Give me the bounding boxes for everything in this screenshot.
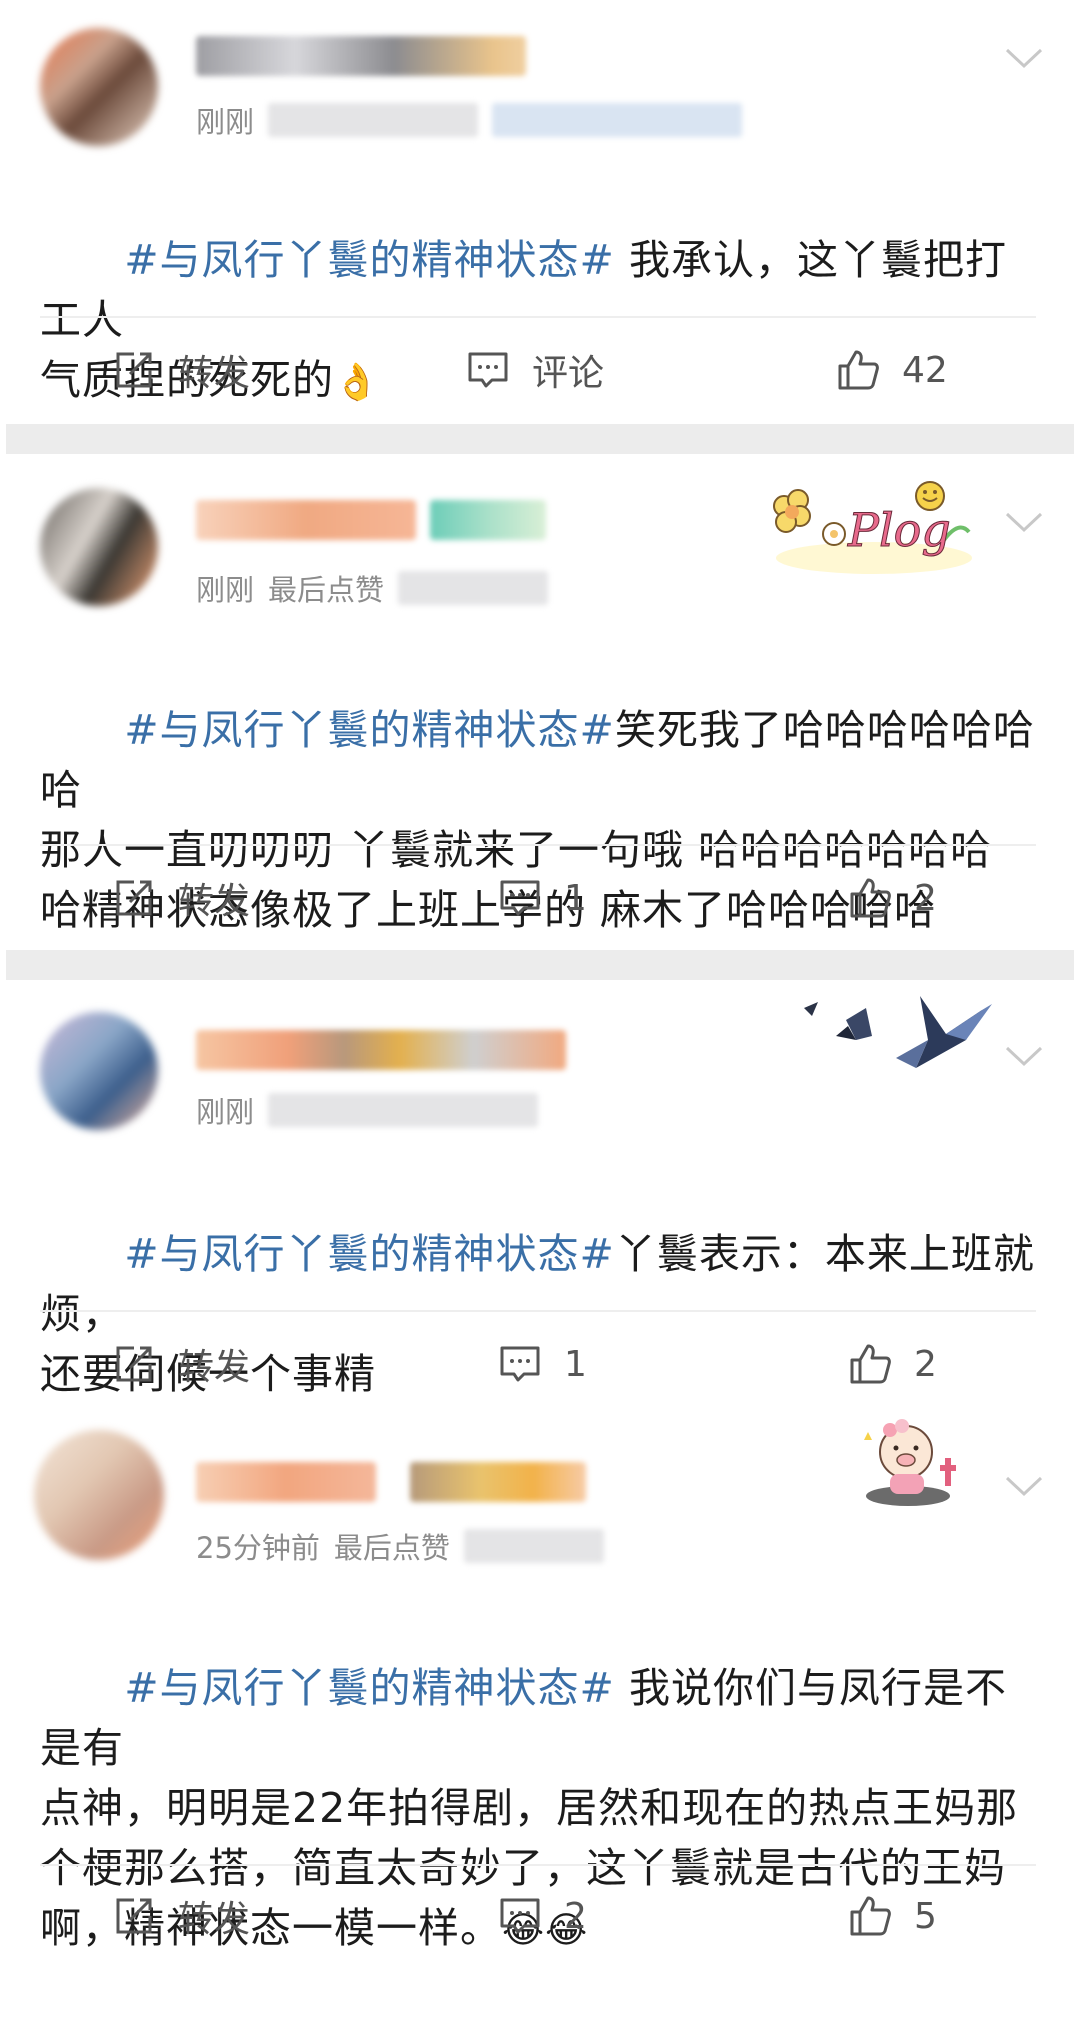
comment-text: #与凤行丫鬟的精神状态#笑死我了哈哈哈哈哈哈哈 那人一直叨叨叨 丫鬟就来了一句哦…	[40, 640, 1040, 1000]
like-button[interactable]: 2	[848, 1334, 937, 1394]
timestamp: 刚刚	[196, 1095, 255, 1129]
thumbs-up-icon	[850, 1344, 891, 1384]
comment-icon	[500, 1346, 540, 1382]
meta-blurred	[398, 571, 549, 605]
comment-button[interactable]: 1	[498, 1334, 587, 1394]
username-blurred[interactable]	[196, 36, 526, 76]
repost-label: 转发	[178, 1347, 251, 1388]
comment-button[interactable]: 评论	[466, 340, 604, 400]
piggy-sticker[interactable]	[856, 1412, 976, 1512]
thumbs-up-icon	[838, 350, 879, 390]
comment-button[interactable]: 1	[498, 868, 587, 928]
avatar[interactable]	[40, 1012, 158, 1130]
comment-card: 刚刚 #与凤行丫鬟的精神状态#丫鬟表示：本来上班就烦， 还要伺候一个事精 转发 …	[0, 980, 1080, 1420]
comment-label: 评论	[532, 353, 605, 394]
repost-icon	[116, 1898, 152, 1934]
meta-blurred	[268, 1093, 539, 1127]
post-meta: 25分钟前 最后点赞	[196, 1526, 604, 1566]
repost-icon	[116, 1346, 152, 1382]
plog-text: Plog	[847, 503, 951, 557]
repost-label: 转发	[178, 1899, 251, 1940]
comment-button[interactable]: 2	[498, 1886, 587, 1946]
plog-sticker[interactable]: Plog	[764, 470, 984, 580]
repost-button[interactable]: 转发	[112, 1334, 250, 1394]
like-button[interactable]: 5	[848, 1886, 937, 1946]
last-liked-label: 最后点赞	[333, 1531, 450, 1565]
section-separator	[6, 950, 1074, 980]
comment-icon	[500, 1898, 540, 1934]
action-bar: 转发 评论 42	[0, 340, 1080, 400]
divider	[40, 1864, 1036, 1866]
action-bar: 转发 2 5	[0, 1886, 1080, 1946]
repost-button[interactable]: 转发	[112, 868, 250, 928]
timestamp: 刚刚	[196, 573, 255, 607]
timestamp: 25分钟前	[196, 1531, 320, 1565]
repost-button[interactable]: 转发	[112, 340, 250, 400]
comment-card: 刚刚 #与凤行丫鬟的精神状态# 我承认，这丫鬟把打工人 气质捏的死死的👌 转发	[0, 0, 1080, 420]
meta-blurred	[463, 1529, 604, 1563]
avatar[interactable]	[40, 28, 158, 146]
pig-character-icon	[864, 1419, 956, 1506]
repost-label: 转发	[178, 881, 251, 922]
post-meta: 刚刚	[196, 100, 743, 140]
like-count: 42	[902, 349, 948, 391]
divider	[40, 844, 1036, 846]
action-bar: 转发 1 2	[0, 1334, 1080, 1394]
repost-label: 转发	[178, 353, 251, 394]
like-button[interactable]: 2	[848, 868, 937, 928]
section-separator	[6, 424, 1074, 454]
badge-blurred	[410, 1462, 586, 1502]
topic-hashtag[interactable]: #与凤行丫鬟的精神状态#	[124, 1664, 615, 1712]
timestamp: 刚刚	[196, 105, 255, 139]
like-count: 2	[914, 877, 937, 919]
comment-card: 刚刚 最后点赞 Plog #与凤行丫鬟的精神状态#笑死我了哈哈哈哈哈哈哈 那人一…	[0, 454, 1080, 954]
username-blurred[interactable]	[196, 1462, 376, 1502]
chevron-down-icon[interactable]	[1004, 46, 1044, 70]
like-count: 2	[914, 1343, 937, 1385]
paper-crane-sticker[interactable]	[796, 980, 1006, 1080]
flower-icon: Plog	[773, 481, 972, 574]
comment-count: 1	[564, 877, 587, 919]
comment-icon	[468, 352, 508, 388]
comment-text: #与凤行丫鬟的精神状态# 我说你们与凤行是不是有 点神，明明是22年拍得剧，居然…	[40, 1598, 1040, 2021]
comment-icon	[500, 880, 540, 916]
comment-feed: 刚刚 #与凤行丫鬟的精神状态# 我承认，这丫鬟把打工人 气质捏的死死的👌 转发	[0, 0, 1080, 1970]
divider	[40, 316, 1036, 318]
last-liked-label: 最后点赞	[268, 573, 385, 607]
thumbs-up-icon	[850, 1896, 891, 1936]
comment-count: 2	[564, 1895, 587, 1937]
like-count: 5	[914, 1895, 937, 1937]
topic-hashtag[interactable]: #与凤行丫鬟的精神状态#	[124, 706, 615, 754]
chevron-down-icon[interactable]	[1004, 510, 1044, 534]
post-meta: 刚刚 最后点赞	[196, 568, 549, 608]
post-meta: 刚刚	[196, 1090, 539, 1130]
avatar[interactable]	[34, 1430, 164, 1560]
action-bar: 转发 1 2	[0, 868, 1080, 928]
badge-blurred	[430, 500, 546, 540]
repost-icon	[116, 352, 152, 388]
divider	[40, 1310, 1036, 1312]
chevron-down-icon[interactable]	[1004, 1474, 1044, 1498]
thumbs-up-icon	[850, 878, 891, 918]
repost-icon	[116, 880, 152, 916]
meta-blurred	[268, 103, 479, 137]
comment-card: 25分钟前 最后点赞 #与凤行丫鬟的精神状态# 我说你们与凤行是不是有 点神，明…	[0, 1412, 1080, 1970]
username-blurred[interactable]	[196, 1030, 566, 1070]
topic-hashtag[interactable]: #与凤行丫鬟的精神状态#	[124, 236, 615, 284]
like-button[interactable]: 42	[836, 340, 948, 400]
avatar[interactable]	[40, 488, 158, 606]
meta-blurred	[492, 103, 743, 137]
chevron-down-icon[interactable]	[1004, 1044, 1044, 1068]
username-blurred[interactable]	[196, 500, 416, 540]
repost-button[interactable]: 转发	[112, 1886, 250, 1946]
paper-crane-icon	[804, 996, 992, 1068]
topic-hashtag[interactable]: #与凤行丫鬟的精神状态#	[124, 1230, 615, 1278]
comment-count: 1	[564, 1343, 587, 1385]
